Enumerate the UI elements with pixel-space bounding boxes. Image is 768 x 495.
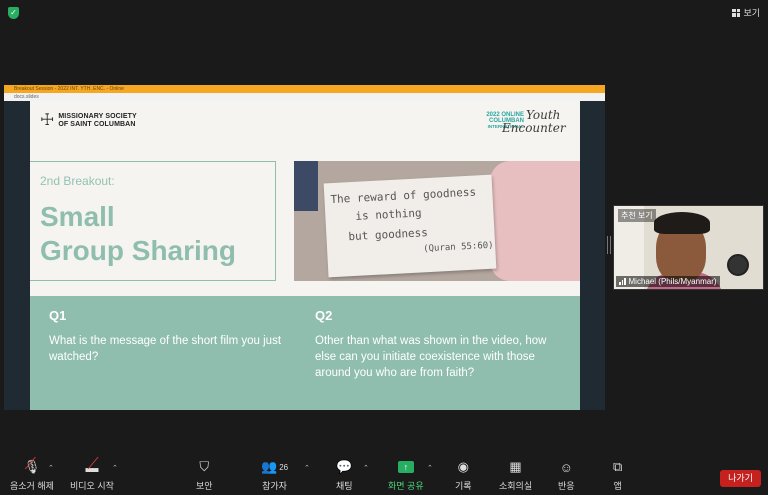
participant-name: Michael (Phils/Myanmar): [628, 277, 717, 286]
org-name-line2: OF SAINT COLUMBAN: [58, 121, 136, 128]
chat-bubble-icon: 💬: [336, 459, 353, 474]
question-1: Q1 What is the message of the short film…: [49, 308, 289, 365]
record-button[interactable]: ◉ 기록: [455, 458, 472, 492]
participants-label: 참가자: [262, 481, 287, 491]
apps-label: 앱: [613, 481, 622, 491]
participants-options-chevron-icon[interactable]: ⌃: [304, 464, 310, 472]
slide-title-line2: Group Sharing: [40, 235, 236, 266]
participants-count: 26: [279, 462, 289, 472]
chat-button[interactable]: 💬 채팅: [336, 458, 353, 492]
participant-video-tile[interactable]: 추천 보기 Michael (Phils/Myanmar): [613, 205, 764, 290]
video-off-icon: ▬ ⟋: [85, 456, 99, 475]
columban-logo: ☩ MISSIONARY SOCIETY OF SAINT COLUMBAN: [40, 113, 137, 129]
question-2: Q2 Other than what was shown in the vide…: [315, 308, 565, 381]
slide-title-box: 2nd Breakout: Small Group Sharing: [30, 161, 276, 281]
slide-title-line1: Small: [40, 201, 115, 232]
questions-panel: Q1 What is the message of the short film…: [30, 296, 580, 410]
start-video-button[interactable]: ▬ ⟋ 비디오 시작: [70, 456, 114, 492]
participant-name-tag: Michael (Phils/Myanmar): [616, 276, 720, 287]
share-options-chevron-icon[interactable]: ⌃: [427, 464, 433, 472]
share-screen-button[interactable]: ↑ 화면 공유: [388, 458, 424, 492]
breakout-rooms-icon: ▦: [509, 459, 522, 474]
note-line-4: (Quran 55:60): [422, 240, 494, 255]
handwritten-note-photo: The reward of goodness is nothing but go…: [294, 161, 580, 281]
reactions-label: 반응: [558, 481, 575, 491]
question-1-label: Q1: [49, 308, 67, 323]
share-screen-label: 화면 공유: [388, 481, 424, 491]
view-button[interactable]: 보기: [732, 6, 760, 19]
audio-options-chevron-icon[interactable]: ⌃: [48, 464, 54, 472]
pinned-view-label: 추천 보기: [618, 209, 656, 222]
video-options-chevron-icon[interactable]: ⌃: [112, 464, 118, 472]
shared-screen: Breakout Session - 2022 INT. YTH. ENC. -…: [4, 85, 605, 410]
question-2-text: Other than what was shown in the video, …: [315, 335, 547, 379]
grid-view-icon: [732, 8, 741, 17]
note-line-3: but goodness: [348, 226, 429, 244]
encryption-shield-icon[interactable]: ✓: [8, 7, 19, 19]
unmute-label: 음소거 해제: [10, 481, 54, 491]
leave-button[interactable]: 나가기: [720, 470, 761, 487]
security-button[interactable]: ⛉ 보안: [196, 458, 213, 492]
breakout-rooms-label: 소회의실: [499, 481, 533, 491]
event-script-encounter: Encounter: [502, 121, 566, 135]
org-name-line1: MISSIONARY SOCIETY: [58, 113, 137, 120]
chat-options-chevron-icon[interactable]: ⌃: [363, 464, 369, 472]
start-video-label: 비디오 시작: [70, 481, 114, 491]
zoom-meeting-window: ✓ 보기 Breakout Session - 2022 INT. YTH. E…: [0, 0, 768, 495]
record-icon: ◉: [457, 459, 469, 474]
youth-encounter-logo: 2022 ONLINE COLUMBAN INTERNATIONAL Youth…: [480, 109, 572, 145]
participants-icon: 👥 26: [261, 459, 289, 474]
view-label: 보기: [743, 8, 760, 18]
muted-microphone-icon: 🎙 ⟋: [23, 456, 41, 474]
apps-icon: ⧉: [613, 459, 623, 474]
cross-logo-icon: ☩: [40, 112, 55, 129]
slide-subtitle: 2nd Breakout:: [40, 174, 115, 188]
panel-resize-handle[interactable]: [607, 236, 611, 254]
fan-background: [727, 254, 749, 276]
record-label: 기록: [455, 481, 472, 491]
reactions-smiley-icon: ☺: [559, 459, 573, 475]
paper-note: The reward of goodness is nothing but go…: [323, 174, 497, 278]
participants-button[interactable]: 👥 26 참가자: [261, 458, 288, 492]
presentation-slide: ☩ MISSIONARY SOCIETY OF SAINT COLUMBAN 2…: [30, 101, 580, 410]
meeting-toolbar: 🎙 ⟋ 음소거 해제 ⌃ ▬ ⟋ 비디오 시작 ⌃ ⛉ 보안 👥 26 참가자 ⌃ 💬…: [0, 456, 768, 495]
question-2-label: Q2: [315, 308, 333, 323]
reactions-button[interactable]: ☺ 반응: [558, 458, 575, 492]
share-screen-icon: ↑: [397, 461, 414, 473]
question-1-text: What is the message of the short film yo…: [49, 335, 282, 363]
shared-window-titlebar: Breakout Session - 2022 INT. YTH. ENC. -…: [4, 85, 605, 93]
chat-label: 채팅: [336, 481, 353, 491]
note-line-1: The reward of goodness: [330, 185, 477, 207]
breakout-rooms-button[interactable]: ▦ 소회의실: [499, 458, 532, 492]
shield-icon: ⛉: [199, 459, 210, 474]
apps-button[interactable]: ⧉ 앱: [613, 458, 622, 492]
signal-strength-icon: [619, 278, 626, 285]
shared-window-urlbar: docs.slides: [4, 93, 605, 101]
note-line-2: is nothing: [355, 206, 422, 223]
security-label: 보안: [196, 481, 213, 491]
